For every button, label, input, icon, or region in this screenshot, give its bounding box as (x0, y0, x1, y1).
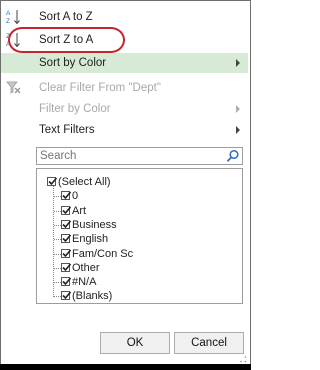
list-item-label: English (72, 233, 109, 246)
checkbox[interactable] (61, 205, 72, 215)
list-item-label: Other (72, 261, 100, 274)
list-item-label: Business (72, 218, 117, 231)
sort-z-to-a-item[interactable]: Z A Sort Z to A (1, 30, 248, 50)
filter-by-color-item[interactable]: Filter by Color (1, 99, 248, 119)
list-item[interactable]: Fam/Con Sc (37, 247, 237, 261)
checkmark-icon (62, 248, 72, 257)
search-input[interactable] (38, 148, 222, 164)
list-item-label: Fam/Con Sc (72, 247, 134, 260)
search-box (36, 147, 243, 165)
window-bottom-edge (0, 364, 251, 370)
sort-z-to-a-label: Sort Z to A (39, 34, 94, 46)
list-item[interactable]: Other (37, 261, 237, 275)
list-item-label: #N/A (72, 276, 97, 289)
list-item[interactable]: 0 (37, 189, 237, 203)
checkmark-icon (62, 206, 72, 214)
checkmark-icon (62, 291, 72, 300)
submenu-arrow-icon (236, 126, 240, 134)
checkmark-icon (62, 220, 72, 229)
clear-filter-icon (5, 80, 23, 96)
sort-descending-icon: Z A (5, 31, 23, 49)
checkbox[interactable] (61, 291, 72, 301)
checkbox[interactable] (61, 262, 72, 272)
filter-values-list: (Select All) 0 Art Business English Fam/Con S… (36, 168, 243, 304)
checkbox[interactable] (61, 234, 72, 244)
text-filters-label: Text Filters (39, 124, 95, 136)
list-item[interactable]: Art (37, 204, 237, 218)
checkbox[interactable] (61, 277, 72, 287)
checkmark-icon (48, 177, 58, 186)
list-item[interactable]: (Blanks) (37, 289, 237, 303)
checkmark-icon (62, 263, 72, 271)
list-item-label: (Blanks) (72, 290, 113, 303)
checkmark-icon (62, 191, 72, 200)
sort-a-to-z-item[interactable]: A Z Sort A to Z (1, 7, 248, 27)
text-filters-item[interactable]: Text Filters (1, 120, 248, 140)
clear-filter-item[interactable]: Clear Filter From "Dept" (1, 78, 248, 98)
svg-text:A: A (6, 10, 11, 17)
sort-a-to-z-label: Sort A to Z (39, 11, 93, 23)
checkbox[interactable] (61, 191, 72, 201)
sort-by-color-item[interactable]: Sort by Color (1, 53, 248, 73)
svg-text:Z: Z (6, 18, 10, 25)
filter-by-color-label: Filter by Color (39, 103, 111, 115)
sort-ascending-icon: A Z (5, 8, 23, 26)
resize-grip-icon[interactable] (239, 354, 247, 363)
svg-text:A: A (6, 41, 11, 48)
search-icon[interactable] (226, 149, 240, 163)
select-all-item[interactable]: (Select All) (37, 175, 237, 189)
checkmark-icon (62, 277, 72, 286)
list-item[interactable]: Business (37, 218, 237, 232)
checkbox[interactable] (61, 219, 72, 229)
list-item-label: Art (72, 204, 87, 217)
submenu-arrow-icon (236, 105, 240, 113)
cancel-button[interactable]: Cancel (174, 332, 244, 354)
checkbox[interactable] (61, 248, 72, 258)
checkmark-icon (62, 234, 72, 243)
clear-filter-label: Clear Filter From "Dept" (39, 82, 161, 94)
list-item-label: 0 (72, 190, 79, 203)
svg-text:Z: Z (6, 33, 10, 40)
list-item-label: (Select All) (58, 176, 111, 188)
list-item[interactable]: #N/A (37, 275, 237, 289)
submenu-arrow-icon (236, 59, 240, 67)
checkbox[interactable] (47, 177, 58, 186)
ok-button[interactable]: OK (100, 332, 170, 354)
sort-by-color-label: Sort by Color (39, 57, 107, 69)
list-item[interactable]: English (37, 232, 237, 246)
